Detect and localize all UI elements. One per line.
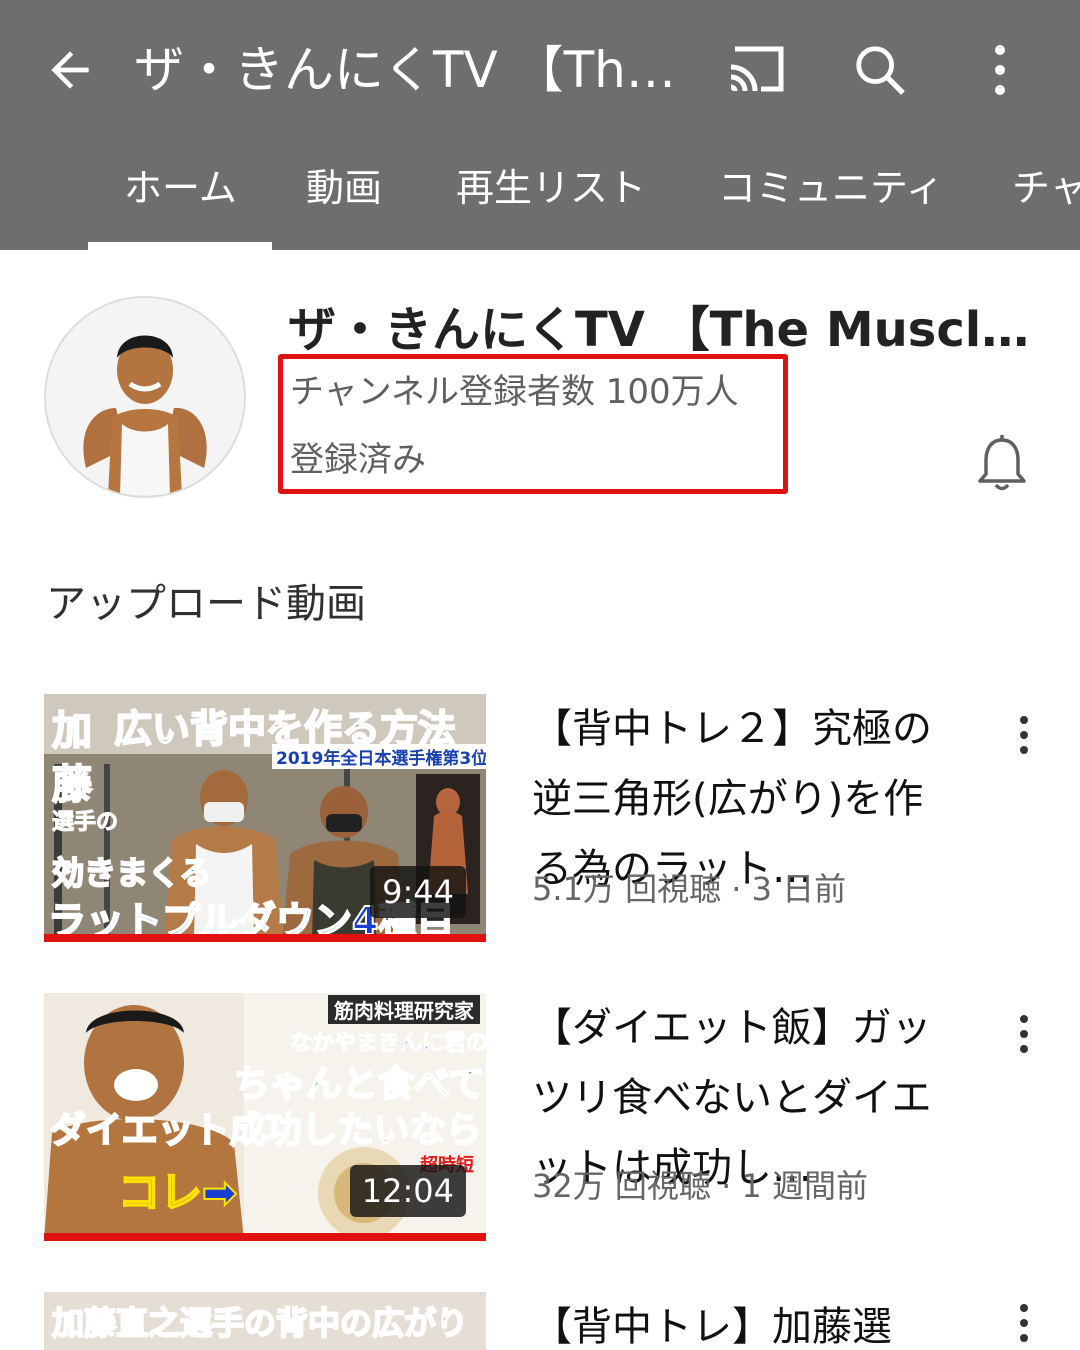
more-options-button[interactable] <box>968 28 1032 112</box>
video-thumbnail[interactable]: 広い背中を作る方法 加 藤 選手の 2019年全日本選手権第3位 効きまくる ラ… <box>44 694 486 942</box>
thumb-text-side1: 加 <box>51 707 93 755</box>
video-views: 5.1万 回視聴 <box>532 870 722 908</box>
channel-tabs: ホーム 動画 再生リスト コミュニティ チャ <box>0 150 1080 250</box>
thumb-text-top: 加藤直之選手の背中の広がり <box>51 1303 469 1343</box>
video-more-button[interactable] <box>1004 700 1044 770</box>
video-meta: 5.1万 回視聴 · 3 日前 <box>532 870 847 908</box>
search-button[interactable] <box>838 28 922 112</box>
thumb-badge: 筋肉料理研究家 <box>328 995 480 1024</box>
thumb-text-line2: ちゃんと食べて <box>233 1063 486 1106</box>
bell-icon <box>978 435 1026 491</box>
video-duration: 12:04 <box>349 1165 466 1217</box>
video-item[interactable]: 筋肉料理研究家 なかやまきんに君の ちゃんと食べて ダイエット成功したいなら コ… <box>0 993 1080 1253</box>
thumb-badge: 2019年全日本選手権第3位 <box>272 744 486 769</box>
tab-videos[interactable]: 動画 <box>306 150 382 250</box>
avatar-person-image <box>46 298 244 496</box>
thumb-text-side3: 選手の <box>51 810 119 836</box>
more-vert-icon <box>1020 1015 1028 1053</box>
uploads-section-title: アップロード動画 <box>46 581 366 627</box>
more-vert-icon <box>995 45 1005 95</box>
video-more-button[interactable] <box>1004 1298 1044 1348</box>
tab-community[interactable]: コミュニティ <box>718 150 944 250</box>
video-age: 1 週間前 <box>741 1167 868 1205</box>
more-vert-icon <box>1020 1304 1028 1342</box>
search-icon <box>856 46 905 95</box>
back-arrow-icon <box>51 51 89 89</box>
video-age: 3 日前 <box>751 870 847 908</box>
tab-playlists[interactable]: 再生リスト <box>456 150 646 250</box>
video-meta: 32万 回視聴 · 1 週間前 <box>532 1167 868 1205</box>
notification-bell-button[interactable] <box>964 428 1040 500</box>
video-thumbnail[interactable]: 加藤直之選手の背中の広がり <box>44 1292 486 1350</box>
app-bar-title: ザ・きんにくTV 【The… <box>134 41 704 99</box>
back-button[interactable] <box>30 30 110 110</box>
video-title[interactable]: 【背中トレ】加藤選 <box>532 1292 952 1350</box>
video-views: 32万 回視聴 <box>532 1167 711 1205</box>
video-more-button[interactable] <box>1004 999 1044 1069</box>
cast-icon <box>730 46 784 92</box>
video-thumbnail[interactable]: 筋肉料理研究家 なかやまきんに君の ちゃんと食べて ダイエット成功したいなら コ… <box>44 993 486 1241</box>
subscriber-count: チャンネル登録者数 100万人 <box>290 372 739 412</box>
channel-name: ザ・きんにくTV 【The Muscl… <box>288 302 1030 358</box>
thumb-text-line1: なかやまきんに君の <box>289 1031 486 1057</box>
video-duration: 9:44 <box>370 866 466 918</box>
selected-tab-indicator <box>88 242 272 250</box>
tab-channels[interactable]: チャ <box>1012 150 1080 250</box>
video-item[interactable]: 広い背中を作る方法 加 藤 選手の 2019年全日本選手権第3位 効きまくる ラ… <box>0 694 1080 954</box>
subscribed-button[interactable]: 登録済み <box>290 434 426 486</box>
watch-progress-bar <box>44 934 486 942</box>
thumb-text-mid: 効きまくる <box>51 853 212 893</box>
thumb-text-side2: 藤 <box>51 761 93 809</box>
thumb-text-line3: ダイエット成功したいなら <box>49 1109 483 1152</box>
tab-home[interactable]: ホーム <box>124 150 237 250</box>
thumb-text-line4: コレ➡ <box>117 1167 238 1218</box>
channel-avatar[interactable] <box>44 296 246 498</box>
cast-button[interactable] <box>718 30 798 110</box>
more-vert-icon <box>1020 716 1028 754</box>
video-item[interactable]: 加藤直之選手の背中の広がり 【背中トレ】加藤選 <box>0 1292 1080 1350</box>
app-bar: ザ・きんにくTV 【The… ホーム 動画 再生リスト コミュニティ チャ <box>0 0 1080 250</box>
watch-progress-bar <box>44 1233 486 1241</box>
